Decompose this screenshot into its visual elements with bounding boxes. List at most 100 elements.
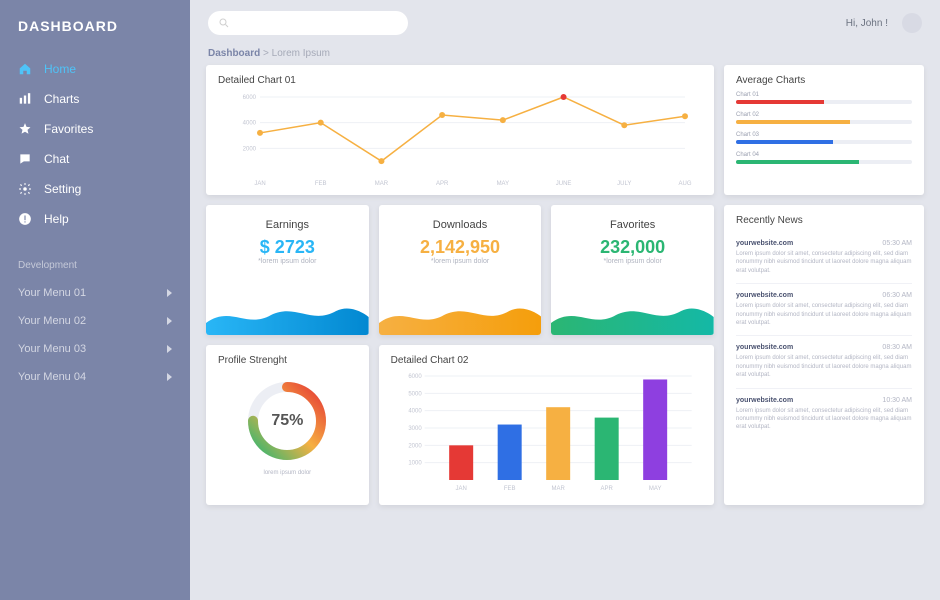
gear-icon (18, 182, 32, 196)
news-source: yourwebsite.com (736, 397, 793, 404)
sidebar-item-chat[interactable]: Chat (0, 144, 190, 174)
bar (546, 407, 570, 480)
chat-icon (18, 152, 32, 166)
svg-text:3000: 3000 (408, 426, 422, 432)
app-title: DASHBOARD (0, 18, 190, 54)
dev-menu-item[interactable]: Your Menu 01 (0, 279, 190, 307)
topbar: Hi, John ! (190, 0, 940, 46)
avg-bar-label: Chart 02 (736, 112, 912, 118)
news-item[interactable]: yourwebsite.com 10:30 AM Lorem ipsum dolor… (736, 389, 912, 440)
chevron-right-icon (167, 345, 172, 353)
chevron-right-icon (167, 373, 172, 381)
svg-text:5000: 5000 (408, 391, 422, 397)
svg-text:MAR: MAR (375, 181, 389, 187)
chevron-right-icon (167, 317, 172, 325)
sidebar-item-label: Favorites (44, 122, 93, 136)
chart-title: Detailed Chart 01 (218, 75, 702, 86)
svg-text:APR: APR (436, 181, 449, 187)
svg-text:APR: APR (600, 486, 613, 492)
news-body: Lorem ipsum dolor sit amet, consectetur … (736, 250, 912, 275)
dev-menu-item[interactable]: Your Menu 04 (0, 363, 190, 391)
stat-title: Downloads (391, 219, 530, 231)
content-grid: Detailed Chart 01 2000 4000 6000 JAN FEB MAR A… (190, 65, 940, 600)
line-chart: 2000 4000 6000 JAN FEB MAR APR MAY JUNE JULY AUG (218, 92, 702, 187)
svg-text:JULY: JULY (617, 181, 631, 187)
sparkline-area (206, 295, 369, 335)
svg-text:JAN: JAN (455, 486, 466, 492)
news-body: Lorem ipsum dolor sit amet, consectetur … (736, 407, 912, 432)
svg-text:FEB: FEB (503, 486, 515, 492)
stat-value: 232,000 (563, 237, 702, 258)
svg-text:FEB: FEB (315, 181, 327, 187)
bars-icon (18, 92, 32, 106)
sparkline-area (379, 295, 542, 335)
sidebar-item-home[interactable]: Home (0, 54, 190, 84)
svg-text:4000: 4000 (243, 121, 257, 127)
progress-bar (736, 120, 912, 124)
news-body: Lorem ipsum dolor sit amet, consectetur … (736, 302, 912, 327)
news-time: 10:30 AM (882, 397, 912, 404)
sidebar-item-label: Home (44, 62, 76, 76)
star-icon (18, 122, 32, 136)
card-downloads: Downloads2,142,950*lorem ipsum dolor (379, 205, 542, 335)
dev-menu-item[interactable]: Your Menu 02 (0, 307, 190, 335)
news-source: yourwebsite.com (736, 344, 793, 351)
news-item[interactable]: yourwebsite.com 05:30 AM Lorem ipsum dolor… (736, 232, 912, 284)
greeting: Hi, John ! (846, 18, 888, 29)
avg-bar-row: Chart 04 (736, 152, 912, 164)
chart-title: Average Charts (736, 75, 912, 86)
news-source: yourwebsite.com (736, 240, 793, 247)
bar (497, 425, 521, 480)
sidebar-item-charts[interactable]: Charts (0, 84, 190, 114)
card-profile-strength: Profile Strenght 75% lorem ipsum dolor (206, 345, 369, 505)
dev-menu-item[interactable]: Your Menu 03 (0, 335, 190, 363)
avg-bar-row: Chart 02 (736, 112, 912, 124)
sidebar-item-setting[interactable]: Setting (0, 174, 190, 204)
news-item[interactable]: yourwebsite.com 06:30 AM Lorem ipsum dolor… (736, 284, 912, 336)
stat-sub: *lorem ipsum dolor (391, 258, 530, 265)
alert-icon (18, 212, 32, 226)
donut-percent: 75% (271, 412, 303, 430)
card-recently-news: Recently News yourwebsite.com 05:30 AM Lor… (724, 205, 924, 505)
news-item[interactable]: yourwebsite.com08:30 AMLorem ipsum dolor… (736, 336, 912, 388)
sidebar-item-help[interactable]: Help (0, 204, 190, 234)
stat-title: Earnings (218, 219, 357, 231)
card-detailed-chart-01: Detailed Chart 01 2000 4000 6000 JAN FEB MAR A… (206, 65, 714, 195)
stat-sub: *lorem ipsum dolor (563, 258, 702, 265)
news-time: 05:30 AM (882, 240, 912, 247)
sidebar: DASHBOARD Home Charts Favorites Chat Setting… (0, 0, 190, 600)
bar (449, 445, 473, 480)
avg-bar-label: Chart 01 (736, 92, 912, 98)
card-average-charts: Average Charts Chart 01 Chart 02 Chart 03 C… (724, 65, 924, 195)
svg-text:AUG: AUG (678, 181, 691, 187)
news-time: 06:30 AM (882, 292, 912, 299)
news-source: yourwebsite.com (736, 292, 793, 299)
svg-text:4000: 4000 (408, 409, 422, 415)
avg-bar-label: Chart 04 (736, 152, 912, 158)
main: Hi, John ! Dashboard > Lorem Ipsum Detai… (190, 0, 940, 600)
chevron-right-icon (167, 289, 172, 297)
avg-bar-label: Chart 03 (736, 132, 912, 138)
svg-text:2000: 2000 (243, 146, 257, 152)
breadcrumb-root[interactable]: Dashboard (208, 48, 260, 59)
svg-text:JUNE: JUNE (556, 181, 572, 187)
news-title: Recently News (736, 215, 912, 226)
dev-item-label: Your Menu 03 (18, 343, 86, 355)
dev-item-label: Your Menu 04 (18, 371, 86, 383)
sidebar-item-label: Charts (44, 92, 79, 106)
dev-section-label: Development (0, 234, 190, 279)
search-input[interactable] (208, 11, 408, 35)
svg-text:1000: 1000 (408, 461, 422, 467)
avatar[interactable] (902, 13, 922, 33)
card-favorites: Favorites 232,000*lorem ipsum dolor (551, 205, 714, 335)
svg-text:JAN: JAN (254, 181, 265, 187)
card-earnings: Earnings$ 2723*lorem ipsum dolor (206, 205, 369, 335)
sidebar-item-label: Help (44, 212, 69, 226)
sidebar-item-favorites[interactable]: Favorites (0, 114, 190, 144)
bar (594, 418, 618, 480)
svg-text:6000: 6000 (243, 95, 257, 101)
svg-text:MAY: MAY (497, 181, 510, 187)
svg-text:6000: 6000 (408, 374, 422, 380)
stat-title: Favorites (563, 219, 702, 231)
sidebar-item-label: Chat (44, 152, 69, 166)
